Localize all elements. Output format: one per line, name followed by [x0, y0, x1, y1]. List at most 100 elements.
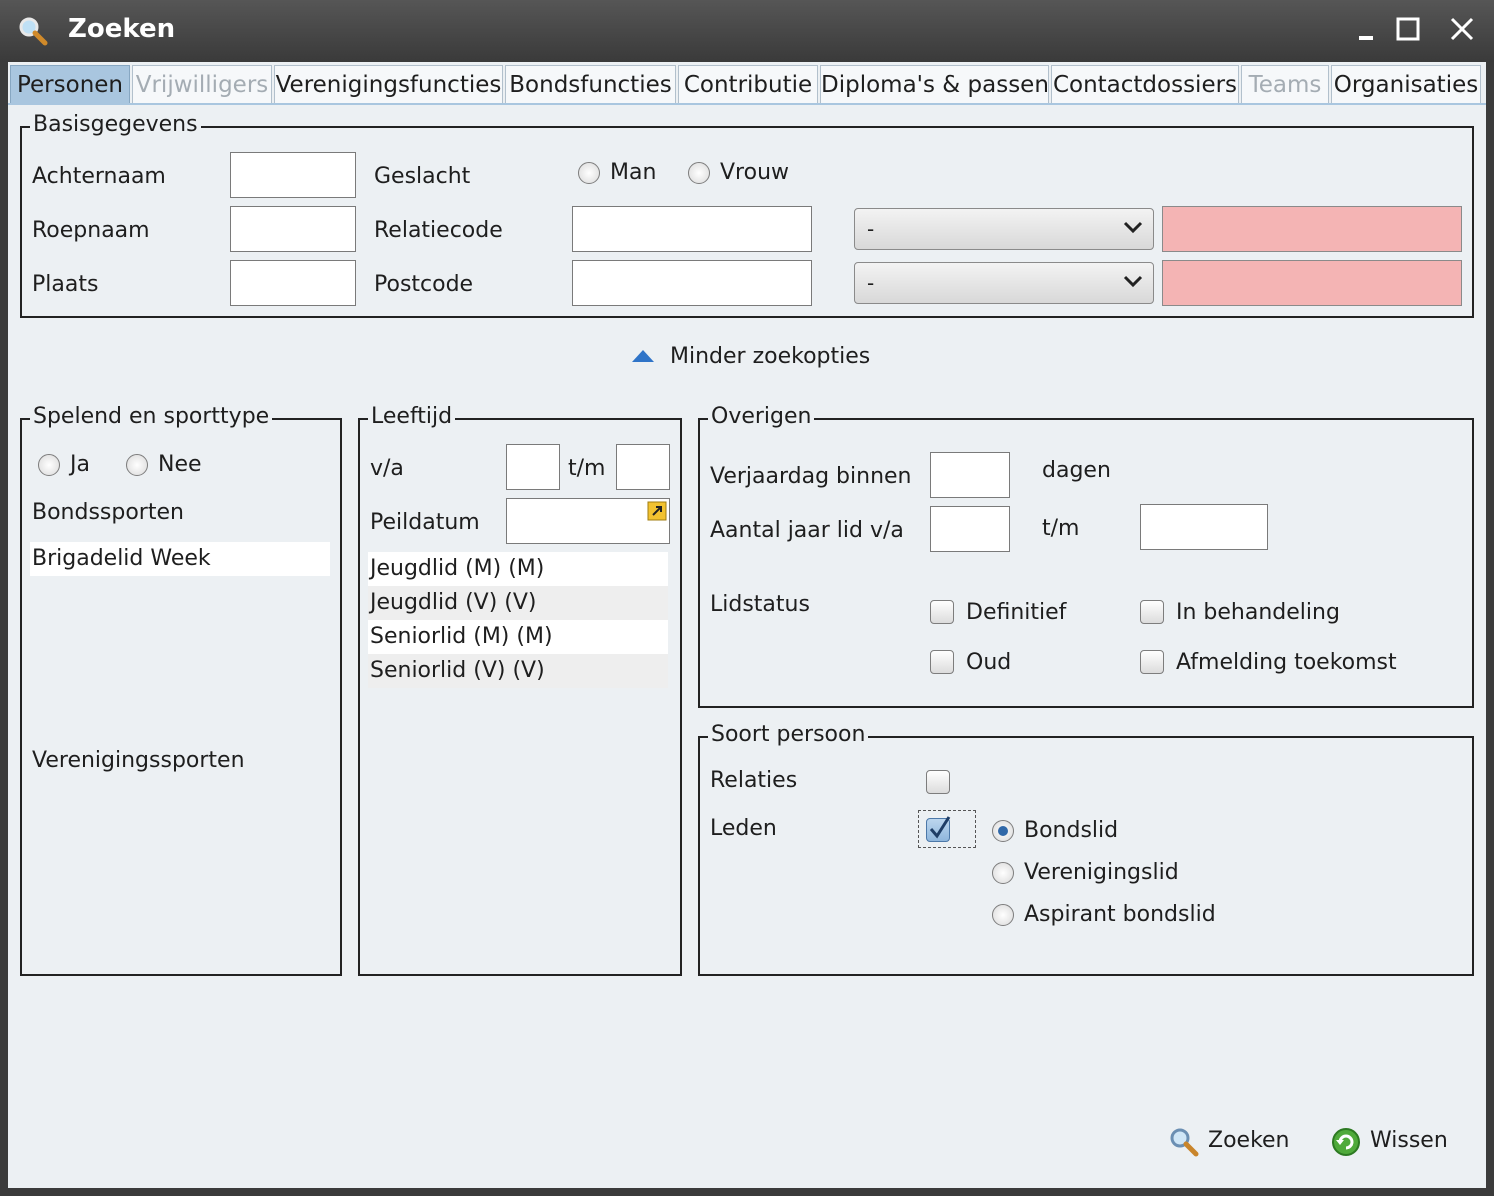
checkbox-relaties[interactable] [926, 770, 950, 794]
tab-organisaties[interactable]: Organisaties [1331, 65, 1481, 103]
filter-select-1-value: - [867, 217, 875, 241]
peildatum-label: Peildatum [370, 510, 480, 535]
radio-vrouw[interactable] [688, 162, 710, 184]
close-button[interactable] [1442, 12, 1482, 54]
checkbox-oud[interactable] [930, 650, 954, 674]
achternaam-input[interactable] [230, 152, 356, 198]
filter-select-2[interactable]: - [854, 262, 1154, 304]
soort-persoon-legend: Soort persoon [708, 722, 869, 747]
window-title: Zoeken [68, 14, 176, 44]
bondslid-label: Bondslid [1024, 818, 1119, 843]
chevron-down-icon [1123, 275, 1143, 288]
leeftijd-legend: Leeftijd [368, 404, 456, 429]
va-label: v/a [370, 456, 404, 481]
collapse-up-icon [632, 350, 654, 362]
man-label: Man [610, 160, 657, 185]
geslacht-label: Geslacht [374, 164, 471, 189]
overigen-legend: Overigen [708, 404, 815, 429]
tab-underline [8, 103, 1486, 105]
ja-label: Ja [70, 452, 90, 477]
wissen-label: Wissen [1370, 1128, 1448, 1153]
radio-nee[interactable] [126, 454, 148, 476]
basisgegevens-group: Basisgegevens Achternaam Roepnaam Plaats… [20, 112, 1474, 318]
filter-select-2-value: - [867, 271, 875, 295]
soort-persoon-group: Soort persoon Relaties Leden Bondslid Ve… [698, 722, 1474, 976]
window-client: Personen Vrijwilligers Verenigingsfuncti… [8, 62, 1486, 1188]
spelend-legend: Spelend en sporttype [30, 404, 273, 429]
minimize-button[interactable] [1346, 12, 1386, 54]
radio-aspirant-bondslid[interactable] [992, 904, 1014, 926]
nee-label: Nee [158, 452, 202, 477]
maximize-button[interactable] [1388, 12, 1428, 54]
tab-verenigingsfuncties[interactable]: Verenigingsfuncties [274, 65, 503, 103]
filter-select-1[interactable]: - [854, 208, 1154, 250]
aantal-jaar-tm-input[interactable] [1140, 504, 1268, 550]
aantal-tm-label: t/m [1042, 516, 1080, 541]
tm-label: t/m [568, 456, 606, 481]
radio-ja[interactable] [38, 454, 60, 476]
postcode-input[interactable] [572, 260, 812, 306]
list-item[interactable]: Jeugdlid (V) (V) [368, 586, 668, 620]
leeftijd-van-input[interactable] [506, 444, 560, 490]
search-icon [19, 17, 48, 46]
postcode-label: Postcode [374, 272, 474, 297]
filter-value-2[interactable] [1162, 260, 1462, 306]
vrouw-label: Vrouw [720, 160, 790, 185]
relaties-label: Relaties [710, 768, 798, 793]
checkbox-afmelding-toekomst[interactable] [1140, 650, 1164, 674]
calendar-icon[interactable] [647, 501, 667, 521]
relatiecode-input[interactable] [572, 206, 812, 252]
roepnaam-input[interactable] [230, 206, 356, 252]
definitief-label: Definitief [966, 600, 1067, 625]
list-item[interactable]: Jeugdlid (M) (M) [368, 552, 668, 586]
relatiecode-label: Relatiecode [374, 218, 503, 243]
search-icon [1170, 1128, 1199, 1157]
refresh-icon [1332, 1128, 1360, 1156]
roepnaam-label: Roepnaam [32, 218, 150, 243]
tab-teams[interactable]: Teams [1241, 65, 1329, 103]
filter-value-1[interactable] [1162, 206, 1462, 252]
checkbox-definitief[interactable] [930, 600, 954, 624]
tab-personen[interactable]: Personen [10, 65, 130, 103]
checkmark-icon [929, 816, 951, 839]
radio-man[interactable] [578, 162, 600, 184]
oud-label: Oud [966, 650, 1012, 675]
verenigingslid-label: Verenigingslid [1024, 860, 1179, 885]
verjaardag-label: Verjaardag binnen [710, 464, 912, 489]
tab-bondsfuncties[interactable]: Bondsfuncties [505, 65, 676, 103]
peildatum-input[interactable] [506, 498, 670, 544]
tab-vrijwilligers[interactable]: Vrijwilligers [132, 65, 272, 103]
plaats-input[interactable] [230, 260, 356, 306]
spelend-group: Spelend en sporttype Ja Nee Bondssporten… [20, 404, 342, 976]
radio-verenigingslid[interactable] [992, 862, 1014, 884]
lidstatus-label: Lidstatus [710, 592, 810, 617]
title-bar: Zoeken [0, 0, 1494, 62]
checkbox-leden[interactable] [926, 816, 951, 842]
tab-contributie[interactable]: Contributie [678, 65, 818, 103]
list-item[interactable]: Seniorlid (M) (M) [368, 620, 668, 654]
leeftijd-group: Leeftijd v/a t/m Peildatum Jeugdlid (M) … [358, 404, 682, 976]
bondssporten-label: Bondssporten [32, 500, 184, 525]
aantal-jaar-label: Aantal jaar lid v/a [710, 518, 904, 543]
zoeken-button[interactable]: Zoeken [1168, 1124, 1298, 1160]
verjaardag-input[interactable] [930, 452, 1010, 498]
plaats-label: Plaats [32, 272, 99, 297]
verenigingssporten-label: Verenigingssporten [32, 748, 245, 773]
tab-diplomas-passen[interactable]: Diploma's & passen [820, 65, 1049, 103]
radio-bondslid[interactable] [992, 820, 1014, 842]
wissen-button[interactable]: Wissen [1330, 1124, 1460, 1160]
minder-zoekopties-label: Minder zoekopties [670, 344, 871, 369]
aspirant-bondslid-label: Aspirant bondslid [1024, 902, 1216, 927]
list-item[interactable]: Brigadelid Week [30, 542, 330, 576]
dagen-label: dagen [1042, 458, 1111, 483]
leden-label: Leden [710, 816, 777, 841]
maximize-icon [1396, 17, 1420, 41]
leeftijd-tm-input[interactable] [616, 444, 670, 490]
tab-contactdossiers[interactable]: Contactdossiers [1051, 65, 1239, 103]
achternaam-label: Achternaam [32, 164, 166, 189]
basisgegevens-legend: Basisgegevens [30, 112, 201, 137]
checkbox-in-behandeling[interactable] [1140, 600, 1164, 624]
aantal-jaar-van-input[interactable] [930, 506, 1010, 552]
list-item[interactable]: Seniorlid (V) (V) [368, 654, 668, 688]
chevron-down-icon [1123, 221, 1143, 234]
